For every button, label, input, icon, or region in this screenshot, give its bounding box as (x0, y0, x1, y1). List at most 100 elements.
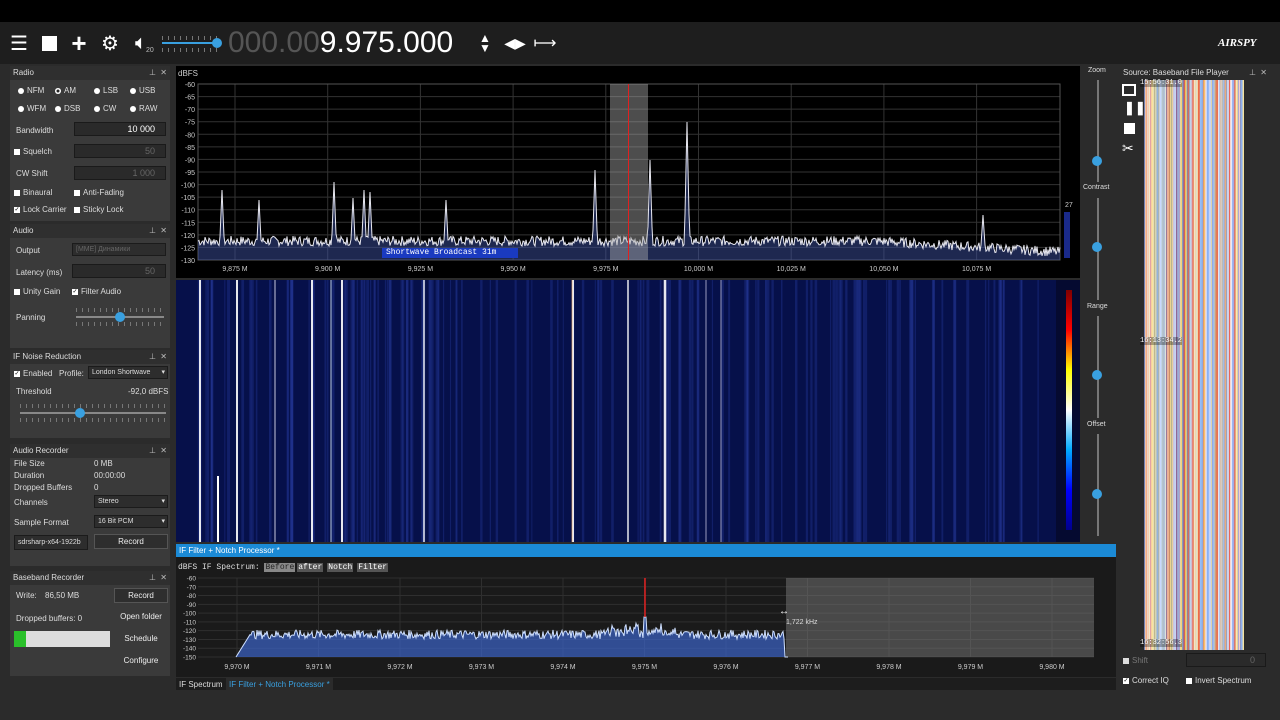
offset-slider[interactable] (1097, 434, 1099, 536)
x-tick-label: 10,000 M (684, 266, 713, 273)
cwshift-input[interactable]: 1 000 (74, 166, 166, 180)
add-icon[interactable]: + (66, 28, 92, 58)
close-icon[interactable]: ✕ (1260, 66, 1267, 80)
volume-slider[interactable] (162, 42, 218, 44)
file-waterfall-streak (1212, 80, 1215, 650)
mode-usb[interactable]: USB (130, 86, 155, 95)
mode-nfm[interactable]: NFM (18, 86, 44, 95)
contrast-label: Contrast (1083, 184, 1110, 191)
pin-icon[interactable]: ⊥ (149, 444, 156, 458)
tuning-marker[interactable] (628, 84, 629, 260)
bandwidth-input[interactable]: 10 000 (74, 122, 166, 136)
threshold-knob[interactable] (75, 408, 85, 418)
squelch-checkbox[interactable]: Squelch (14, 147, 52, 156)
waterfall-plot (176, 280, 1056, 542)
mode-cw[interactable]: CW (94, 104, 116, 113)
filteraudio-checkbox[interactable]: ✓ Filter Audio (72, 287, 121, 296)
baseband-record-button[interactable]: Record (114, 588, 168, 603)
close-icon[interactable]: ✕ (160, 224, 167, 238)
masked-region (786, 578, 1094, 657)
recorder-record-button[interactable]: Record (94, 534, 168, 549)
open-file-icon[interactable] (1122, 84, 1136, 96)
source-panel: Source: Baseband File Player ⊥ ✕ ❚❚ ✂ 15:5… (1120, 66, 1270, 690)
tools-icon[interactable]: ✂ (1122, 140, 1134, 157)
stop-icon[interactable] (36, 30, 62, 56)
range-knob[interactable] (1092, 370, 1102, 380)
spectrum-analyzer[interactable]: dBFS -60 -65 -70 -75 -80 -85 -90 -95 -100 -105 -11… (176, 66, 1080, 278)
configure-button[interactable]: Configure (114, 654, 168, 669)
pin-icon[interactable]: ⊥ (149, 66, 156, 80)
filter-passband[interactable] (610, 84, 648, 260)
x-tick-label: 9,975 M (593, 266, 618, 273)
format-select[interactable]: 16 Bit PCM ▾ (94, 515, 168, 528)
stop-icon[interactable] (1124, 123, 1135, 134)
panning-knob[interactable] (115, 312, 125, 322)
tab-if-filter[interactable]: IF Filter + Notch Processor * (226, 678, 333, 690)
correctiq-checkbox[interactable]: ✓ Correct IQ (1123, 676, 1169, 685)
pin-icon[interactable]: ⊥ (149, 350, 156, 364)
waterfall-display[interactable] (176, 280, 1080, 542)
tune-updown-icon[interactable]: ▲ ▼ (472, 30, 498, 56)
tab-if-spectrum[interactable]: IF Spectrum (179, 680, 223, 689)
y-tick-label: -60 (185, 82, 195, 89)
squelch-input[interactable]: 50 (74, 144, 166, 158)
menu-icon[interactable]: ☰ (6, 30, 32, 56)
mode-lsb[interactable]: LSB (94, 86, 118, 95)
if-spectrum-plot[interactable]: -60-70 -80 -90 -100-110 -120 -130 -140 -150 9,97… (176, 572, 1116, 678)
gear-icon[interactable]: ⚙ (97, 30, 123, 56)
close-icon[interactable]: ✕ (160, 66, 167, 80)
close-icon[interactable]: ✕ (160, 350, 167, 364)
file-waterfall-streak (1207, 80, 1210, 650)
file-waterfall[interactable] (1144, 80, 1244, 650)
mode-raw[interactable]: RAW (130, 104, 157, 113)
duration-label: Duration (14, 471, 45, 480)
mode-wfm[interactable]: WFM (18, 104, 46, 113)
tune-leftright-icon[interactable]: ◀▶ (502, 30, 528, 56)
volume-knob[interactable] (212, 38, 222, 48)
mode-dsb[interactable]: DSB (55, 104, 80, 113)
file-waterfall-streak (1217, 80, 1220, 650)
unitygain-checkbox[interactable]: Unity Gain (14, 287, 60, 296)
frequency-display[interactable]: 000.009.975.000 (228, 26, 453, 60)
file-waterfall-streak (1211, 80, 1213, 650)
shift-input[interactable]: 0 (1186, 653, 1266, 667)
y-tick-label: -80 (185, 132, 195, 139)
shift-checkbox[interactable]: Shift (1123, 656, 1148, 665)
x-tick-label: 9,979 M (958, 664, 983, 671)
latency-input[interactable]: 50 (72, 264, 166, 278)
range-slider[interactable] (1097, 316, 1099, 418)
invert-checkbox[interactable]: Invert Spectrum (1186, 676, 1251, 685)
offset-knob[interactable] (1092, 489, 1102, 499)
threshold-slider[interactable] (20, 412, 166, 414)
pin-icon[interactable]: ⊥ (149, 571, 156, 585)
file-waterfall-streak (1184, 80, 1187, 650)
tab-before[interactable]: Before (264, 563, 296, 572)
level-meter (1064, 212, 1070, 258)
center-icon[interactable]: ⟼ (532, 30, 558, 56)
mode-am[interactable]: AM (55, 86, 76, 95)
pause-icon[interactable]: ❚❚ (1124, 100, 1146, 116)
schedule-button[interactable]: Schedule (114, 632, 168, 647)
tab-notch[interactable]: Notch (327, 563, 354, 572)
tab-after[interactable]: after (297, 563, 324, 572)
contrast-knob[interactable] (1092, 242, 1102, 252)
output-select[interactable]: [MME] Динамики (72, 243, 166, 256)
binaural-checkbox[interactable]: Binaural (14, 188, 52, 197)
recorder-filename[interactable]: sdrsharp-x64-1922b (14, 535, 88, 550)
close-icon[interactable]: ✕ (160, 444, 167, 458)
zoom-knob[interactable] (1092, 156, 1102, 166)
lockcarrier-checkbox[interactable]: ✓ Lock Carrier (14, 205, 67, 214)
tab-filter[interactable]: Filter (357, 563, 389, 572)
close-icon[interactable]: ✕ (160, 571, 167, 585)
profile-select[interactable]: London Shortwave ▾ (88, 366, 168, 379)
pin-icon[interactable]: ⊥ (149, 224, 156, 238)
open-folder-button[interactable]: Open folder (114, 610, 168, 625)
x-tick-label: 9,974 M (550, 664, 575, 671)
x-tick-label: 9,972 M (387, 664, 412, 671)
channels-select[interactable]: Stereo ▾ (94, 495, 168, 508)
stickylock-checkbox[interactable]: Sticky Lock (74, 205, 123, 214)
antifading-checkbox[interactable]: Anti-Fading (74, 188, 124, 197)
pin-icon[interactable]: ⊥ (1249, 66, 1256, 80)
ifnr-enabled-checkbox[interactable]: ✓ Enabled (14, 369, 52, 378)
zoom-slider[interactable] (1097, 80, 1099, 182)
